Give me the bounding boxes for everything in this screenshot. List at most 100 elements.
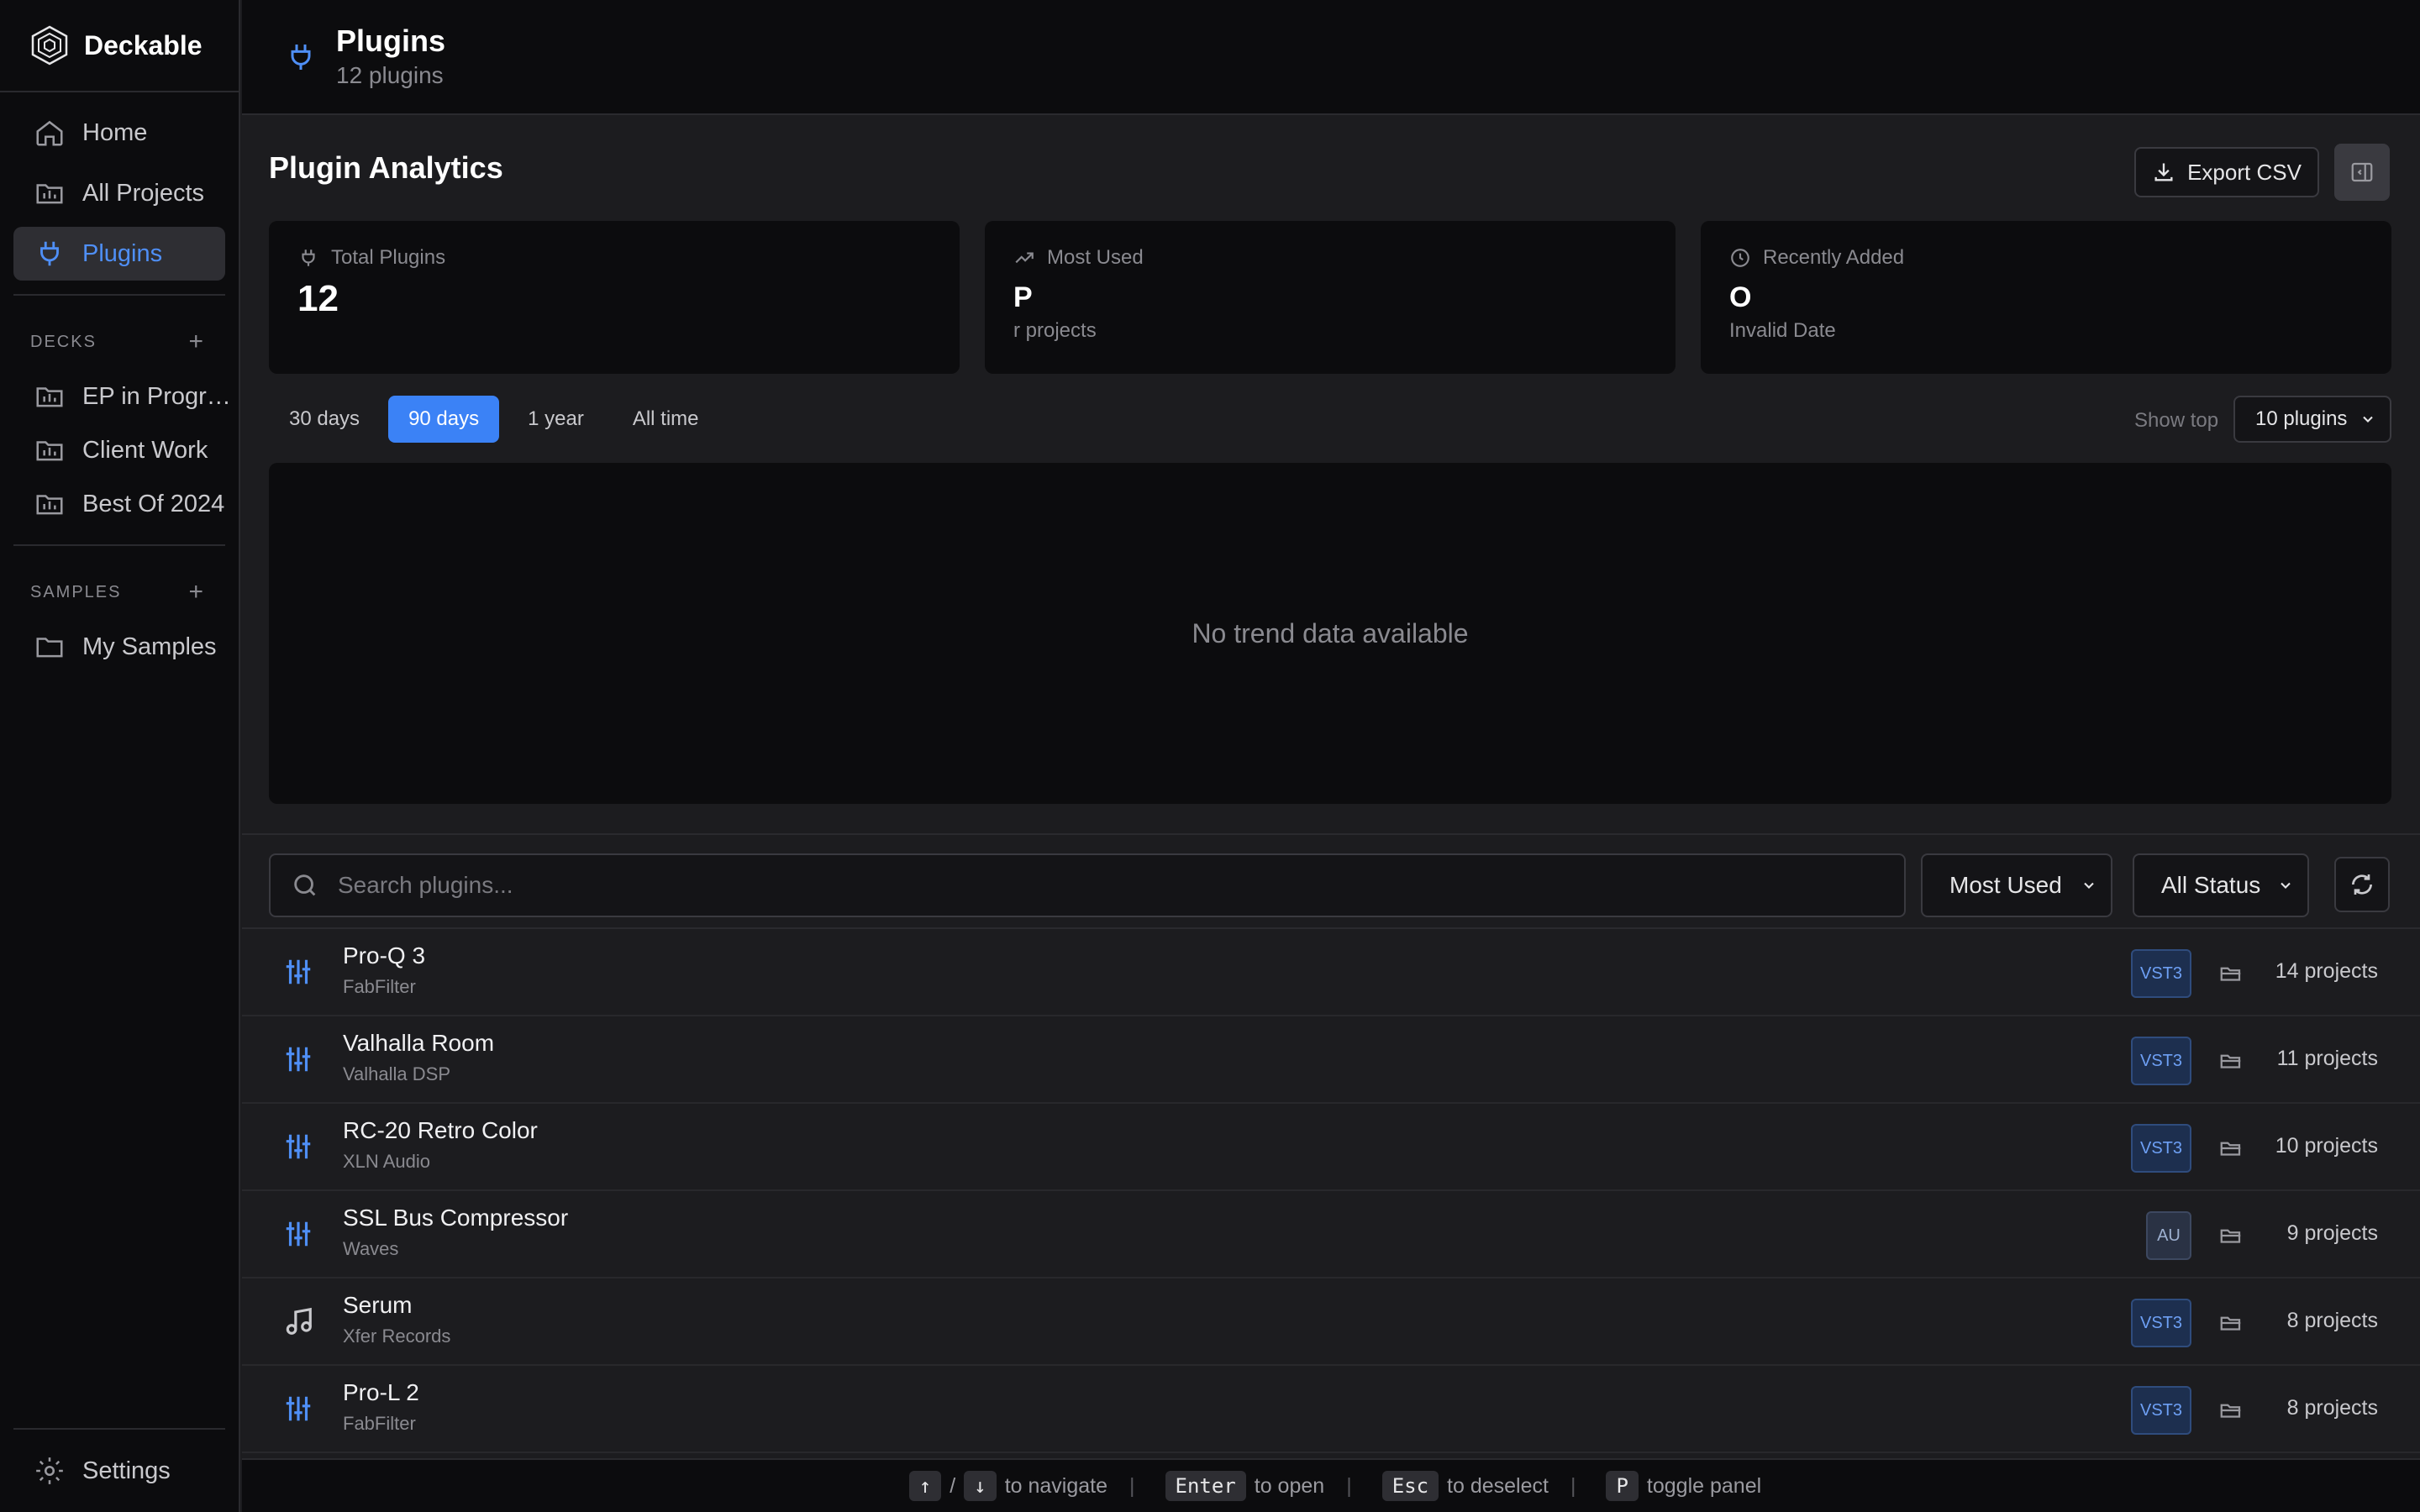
deck-label: EP in Progress [82,382,239,410]
sample-folder-label: My Samples [82,633,217,660]
sample-folder-item[interactable]: My Samples [0,620,239,674]
nav-item-plugins[interactable]: Plugins [13,227,225,281]
project-count: 14 projects [2275,959,2378,983]
search-input[interactable] [338,872,1850,899]
toggle-hint: toggle panel [1646,1473,1762,1498]
stat-label: Recently Added [1729,246,2363,270]
brand[interactable]: Deckable [0,0,239,92]
plugin-row[interactable]: Pro-L 2 FabFilter VST3 8 projects [242,1366,2420,1453]
stat-sub: r projects [1013,319,1097,342]
nav-label: Home [82,118,148,146]
plugin-row[interactable]: RC-20 Retro Color XLN Audio VST3 10 proj… [242,1104,2420,1191]
format-badge: VST3 [2131,1124,2191,1173]
divider [13,294,225,296]
folder-icon [36,638,63,658]
separator: | [1129,1473,1135,1498]
folder-open-icon[interactable] [2218,961,2244,986]
format-badge: AU [2146,1211,2191,1260]
add-deck-button[interactable]: + [188,328,205,356]
project-count: 11 projects [2276,1047,2378,1070]
page-header: Plugins 12 plugins [242,0,2420,115]
settings-label: Settings [82,1457,171,1484]
sliders-icon [286,959,311,984]
folder-open-icon[interactable] [2218,1136,2244,1161]
project-folder-icon [36,441,63,461]
sidebar: Deckable Home All Projects Plugins DECKS… [0,0,240,1512]
plugin-row[interactable]: SSL Bus Compressor Waves AU 9 projects [242,1191,2420,1278]
plugin-vendor: FabFilter [343,976,416,997]
project-count: 9 projects [2286,1221,2378,1245]
format-badge: VST3 [2131,1037,2191,1085]
stat-sub: Invalid Date [1729,319,1836,342]
show-top-select[interactable]: 10 plugins [2233,396,2391,443]
plugin-row[interactable]: Serum Xfer Records VST3 8 projects [242,1278,2420,1366]
tab-1-year[interactable]: 1 year [508,396,604,443]
tab-all-time[interactable]: All time [613,396,719,443]
sliders-icon [286,1221,311,1247]
keyboard-shortcuts-bar: ↑ / ↓ to navigate | Enter to open | Esc … [242,1458,2420,1512]
key-up: ↑ [908,1471,942,1501]
trend-chart-area: No trend data available [269,463,2391,804]
sort-value: Most Used [1949,872,2062,898]
plug-icon [40,241,59,266]
tab-90-days[interactable]: 90 days [388,396,500,443]
folder-open-icon[interactable] [2218,1310,2244,1336]
nav-item-home[interactable]: Home [13,106,225,160]
stat-label-text: Recently Added [1763,246,1905,269]
sort-select[interactable]: Most Used [1921,853,2112,917]
plugin-vendor: FabFilter [343,1413,416,1434]
navigate-hint: to navigate [1004,1473,1108,1498]
page-subtitle: 12 plugins [336,61,444,88]
refresh-button[interactable] [2334,857,2390,912]
plugin-analytics-panel: Plugin Analytics Export CSV Total Plugin… [242,117,2420,835]
format-badge: VST3 [2131,1299,2191,1347]
project-count: 10 projects [2275,1134,2378,1158]
samples-heading: SAMPLES [30,582,122,601]
plugin-name: RC-20 Retro Color [343,1117,538,1143]
search-icon [294,874,316,896]
format-badge: VST3 [2131,949,2191,998]
open-hint: to open [1254,1473,1325,1498]
decks-heading: DECKS [30,332,97,351]
toggle-panel-button[interactable] [2334,144,2390,201]
plugin-row[interactable]: Valhalla Room Valhalla DSP VST3 11 proje… [242,1016,2420,1104]
project-folder-icon [36,495,63,515]
slash: / [950,1473,956,1498]
settings-button[interactable]: Settings [13,1428,225,1512]
key-enter: Enter [1165,1471,1246,1501]
folder-open-icon[interactable] [2218,1398,2244,1423]
plugin-vendor: Valhalla DSP [343,1063,450,1084]
deck-item[interactable]: Best Of 2024 [0,477,239,531]
separator: | [1570,1473,1576,1498]
project-folder-icon [36,387,63,407]
plug-icon [302,249,315,266]
status-select[interactable]: All Status [2133,853,2309,917]
show-top-value: 10 plugins [2255,407,2348,430]
sliders-icon [286,1047,311,1072]
sliders-icon [286,1396,311,1421]
stat-label: Most Used [1013,246,1647,270]
add-sample-folder-button[interactable]: + [188,578,205,606]
deck-item[interactable]: EP in Progress [0,370,239,423]
stat-value: P [1013,281,1033,313]
key-esc: Esc [1381,1471,1439,1501]
deck-label: Best Of 2024 [82,490,225,517]
stat-label: Total Plugins [297,246,931,270]
plugin-name: Pro-Q 3 [343,942,426,969]
nav-item-all-projects[interactable]: All Projects [13,166,225,220]
export-csv-button[interactable]: Export CSV [2134,147,2319,197]
nav-label: Plugins [82,239,163,267]
stat-label-text: Most Used [1047,246,1144,269]
plugin-row[interactable]: Pro-Q 3 FabFilter VST3 14 projects [242,929,2420,1016]
plugin-name: Valhalla Room [343,1030,495,1056]
export-label: Export CSV [2187,159,2302,185]
folder-open-icon[interactable] [2218,1223,2244,1248]
chevron-down-icon [2281,882,2291,889]
tab-30-days[interactable]: 30 days [269,396,380,443]
folder-open-icon[interactable] [2218,1048,2244,1074]
plugin-name: SSL Bus Compressor [343,1205,569,1231]
decks-section-header: DECKS + [0,309,239,370]
deck-item[interactable]: Client Work [0,423,239,477]
clock-icon [1731,249,1749,267]
plug-icon [291,44,311,70]
